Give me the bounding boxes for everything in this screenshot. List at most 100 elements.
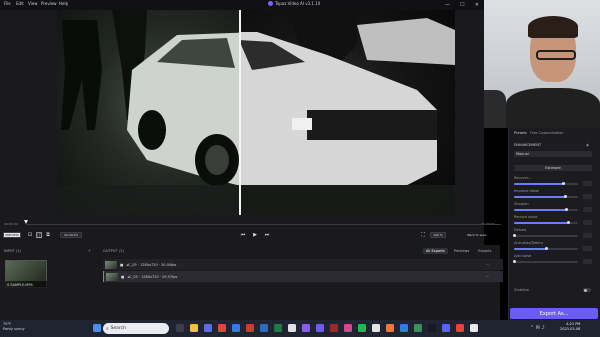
- export-as-button[interactable]: Export As...: [510, 308, 598, 319]
- office-icon[interactable]: [218, 324, 226, 332]
- app-pink-icon[interactable]: [344, 324, 352, 332]
- slider-value-box[interactable]: [583, 233, 592, 238]
- slider-value-box[interactable]: [583, 246, 592, 251]
- zoom-fit-icon[interactable]: ⛶: [420, 232, 426, 238]
- tab-previews[interactable]: Previews: [451, 248, 472, 254]
- spotify-icon[interactable]: [358, 324, 366, 332]
- slider-value-box[interactable]: [583, 194, 592, 199]
- more-options-icon[interactable]: ⋯: [486, 275, 490, 279]
- crop-icon[interactable]: ⊡: [27, 232, 33, 238]
- search-icon: ⌕: [106, 326, 109, 332]
- app-blue-icon[interactable]: [400, 324, 408, 332]
- side-by-side-icon[interactable]: ⧉: [45, 232, 51, 238]
- preview-button[interactable]: PREVIEW: [3, 232, 21, 238]
- topaz-video-ai-icon[interactable]: [316, 324, 324, 332]
- task-view-icon[interactable]: [176, 324, 184, 332]
- toggle-icon[interactable]: ◉: [586, 143, 589, 147]
- app-red2-icon[interactable]: [456, 324, 464, 332]
- slider-track[interactable]: [514, 195, 578, 199]
- system-clock[interactable]: 4:21 PM 2023-03-08: [560, 322, 580, 332]
- word-icon[interactable]: [260, 324, 268, 332]
- tab-presets[interactable]: Presets: [514, 131, 527, 135]
- play-icon[interactable]: ▶: [252, 232, 258, 238]
- minimize-icon[interactable]: —: [445, 2, 450, 8]
- output-row[interactable]: ■ ◂C_05 · 1280x720 · 30.00fps ⋯: [103, 259, 503, 270]
- output-thumbnail: [105, 260, 117, 269]
- slider-fill: [514, 209, 567, 211]
- webcam-chair: [484, 90, 506, 128]
- output-thumbnail: [106, 272, 118, 281]
- tab-all-exports[interactable]: All Exports: [423, 248, 448, 254]
- slider-knob[interactable]: [512, 260, 516, 264]
- excel-icon[interactable]: [274, 324, 282, 332]
- more-options-icon[interactable]: ⋯: [486, 263, 490, 267]
- maximize-icon[interactable]: ☐: [460, 2, 464, 8]
- slider-value-box[interactable]: [583, 259, 592, 264]
- slider-value-box[interactable]: [583, 220, 592, 225]
- slider-knob[interactable]: [512, 234, 516, 238]
- app-white-icon[interactable]: [372, 324, 380, 332]
- menu-help[interactable]: Help: [59, 1, 68, 6]
- stabilize-label: Stabilize: [514, 288, 529, 292]
- comparison-split-handle[interactable]: [239, 10, 241, 215]
- tab-exports[interactable]: Exports: [475, 248, 494, 254]
- slider-knob[interactable]: [544, 247, 548, 251]
- split-view-icon[interactable]: ◫: [36, 232, 42, 239]
- slider-value-box[interactable]: [583, 181, 592, 186]
- slider-track[interactable]: [514, 221, 578, 225]
- slider-track[interactable]: [512, 234, 578, 238]
- output-row[interactable]: ■ ◂C_05 · 1280x720 · 29.97fps ⋯: [103, 271, 503, 282]
- output-row-badge: ■: [120, 262, 124, 267]
- slider-value-box[interactable]: [583, 207, 592, 212]
- app-red-icon[interactable]: [330, 324, 338, 332]
- slider-label: Add noise: [514, 254, 532, 258]
- menu-preview[interactable]: Preview: [41, 1, 57, 6]
- output-tabs: All Exports Previews Exports: [423, 248, 494, 254]
- webcam-person-hair: [528, 16, 578, 38]
- back-to-view-button[interactable]: Back to view: [465, 232, 489, 238]
- video-preview[interactable]: [57, 10, 455, 215]
- slider-knob[interactable]: [563, 195, 567, 199]
- file-explorer-icon[interactable]: [190, 324, 198, 332]
- stabilize-toggle[interactable]: [583, 288, 591, 292]
- preview-duration-field[interactable]: 00:00:03: [60, 232, 82, 238]
- powerpoint-icon[interactable]: [246, 324, 254, 332]
- slider-track[interactable]: [514, 208, 578, 212]
- next-frame-icon[interactable]: ⏭: [264, 232, 270, 238]
- photos-icon[interactable]: [302, 324, 310, 332]
- slider-track[interactable]: [514, 247, 578, 251]
- app-orange-icon[interactable]: [386, 324, 394, 332]
- app-green-icon[interactable]: [414, 324, 422, 332]
- teams-icon[interactable]: [204, 324, 212, 332]
- app-white2-icon[interactable]: [470, 324, 478, 332]
- search-placeholder: Search: [110, 326, 126, 331]
- slider-track[interactable]: [514, 182, 578, 186]
- previous-frame-icon[interactable]: ⏮: [240, 232, 246, 238]
- zoom-select[interactable]: 100 %: [430, 232, 446, 238]
- taskbar-search[interactable]: ⌕ Search: [103, 323, 169, 334]
- slider-fill: [514, 183, 564, 185]
- close-icon[interactable]: ✕: [475, 2, 479, 8]
- window-title: Topaz Video AI v3.1.10: [268, 1, 320, 6]
- estimate-button[interactable]: Estimate: [514, 165, 592, 171]
- menu-view[interactable]: View: [28, 1, 38, 6]
- tray-icons[interactable]: ⌃ ✉ ♪: [530, 325, 545, 331]
- discord-icon[interactable]: [442, 324, 450, 332]
- timeline-track[interactable]: [26, 224, 501, 225]
- enhancement-model-select[interactable]: Manual: [514, 151, 592, 157]
- chrome-icon[interactable]: [288, 324, 296, 332]
- output-row-text: ◂C_05 · 1280x720 · 30.00fps: [126, 262, 177, 267]
- slider-track[interactable]: [512, 260, 578, 264]
- menu-edit[interactable]: Edit: [16, 1, 24, 6]
- weather-widget[interactable]: 70°F Partly sunny: [3, 322, 25, 331]
- tab-free-customization[interactable]: Free Customization: [530, 131, 564, 135]
- start-icon[interactable]: [93, 324, 101, 332]
- playhead-icon[interactable]: [24, 220, 28, 224]
- steam-icon[interactable]: [428, 324, 436, 332]
- slider-fill: [514, 196, 566, 198]
- edge-icon[interactable]: [232, 324, 240, 332]
- slider-label: Anti-alias/Deblur: [514, 241, 544, 245]
- menu-file[interactable]: File: [4, 1, 11, 6]
- input-file-name: 0.SAMPLE.MP4: [5, 281, 47, 288]
- add-input-icon[interactable]: +: [88, 249, 91, 253]
